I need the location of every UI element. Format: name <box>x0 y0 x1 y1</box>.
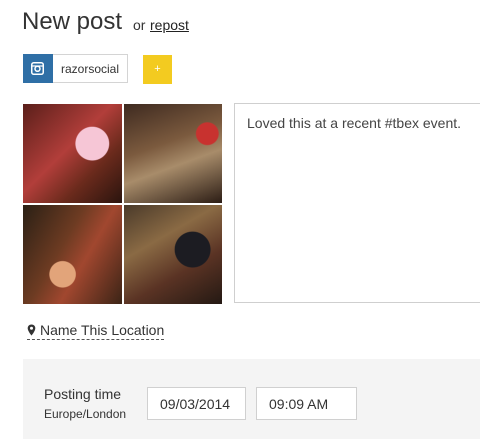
page-title: New post <box>22 8 123 35</box>
add-account-button[interactable]: + <box>143 55 172 84</box>
account-chip[interactable]: razorsocial <box>23 54 128 83</box>
repost-link[interactable]: repost <box>150 17 189 33</box>
date-input[interactable]: 09/03/2014 <box>147 387 246 420</box>
time-input[interactable]: 09:09 AM <box>256 387 357 420</box>
photo-tile[interactable] <box>124 205 222 304</box>
photo-tile[interactable] <box>124 104 222 203</box>
map-pin-icon <box>27 324 36 336</box>
photo-grid[interactable] <box>23 104 222 304</box>
account-name: razorsocial <box>61 62 120 76</box>
caption-text: Loved this at a recent #tbex event. <box>247 115 462 131</box>
posting-time-label: Posting time <box>44 386 122 402</box>
or-text: or <box>133 17 146 33</box>
location-link[interactable]: Name This Location <box>27 322 165 340</box>
photo-tile[interactable] <box>23 104 122 203</box>
instagram-icon <box>23 54 53 83</box>
photo-tile[interactable] <box>23 205 122 304</box>
timezone-label: Europe/London <box>44 407 127 421</box>
caption-textarea[interactable]: Loved this at a recent #tbex event. <box>234 103 480 303</box>
location-label: Name This Location <box>40 322 165 338</box>
